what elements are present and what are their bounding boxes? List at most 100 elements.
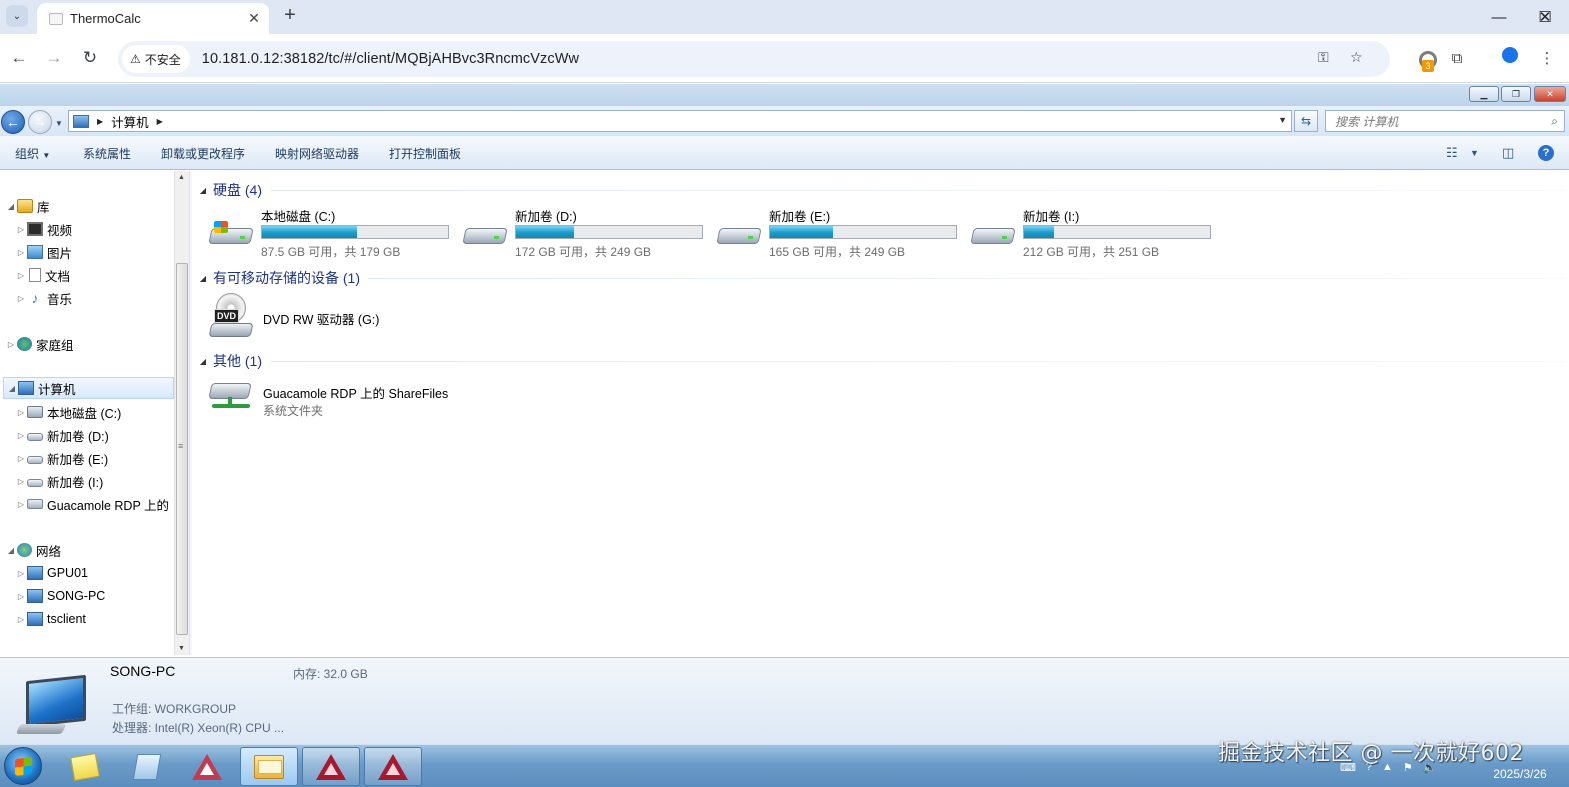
- breadcrumb-computer[interactable]: 计算机: [111, 112, 149, 131]
- reload-icon[interactable]: ↻: [78, 46, 102, 70]
- drive-free-space: 87.5 GB 可用，共 179 GB: [261, 245, 401, 259]
- taskbar-sticky-notes[interactable]: [56, 747, 114, 786]
- drive-tile-d[interactable]: 新加卷 (D:) 172 GB 可用，共 249 GB: [462, 206, 712, 260]
- expand-arrow-icon[interactable]: ▷: [16, 271, 26, 280]
- dvd-drive-label[interactable]: DVD RW 驱动器 (G:): [263, 309, 379, 328]
- help-icon[interactable]: ?: [1538, 145, 1554, 161]
- expand-arrow-icon[interactable]: ▷: [16, 408, 26, 417]
- key-icon[interactable]: ⚿: [1318, 49, 1329, 66]
- forward-arrow-icon[interactable]: →: [42, 46, 66, 70]
- collapse-arrow-icon[interactable]: ◢: [193, 186, 213, 195]
- nav-item-documents[interactable]: ▷ 文档: [16, 264, 70, 286]
- nav-item-libraries[interactable]: ◢ 库: [6, 195, 50, 217]
- view-options-icon[interactable]: ☷: [1446, 145, 1458, 161]
- dvd-drive-icon[interactable]: DVD: [208, 293, 256, 341]
- group-title: 有可移动存储的设备 (1): [213, 270, 360, 286]
- group-header-removable[interactable]: ◢ 有可移动存储的设备 (1): [193, 268, 1565, 288]
- expand-arrow-icon[interactable]: ▷: [6, 340, 16, 349]
- start-button[interactable]: [4, 747, 42, 785]
- taskbar-thermocalc-pinned[interactable]: [178, 747, 236, 786]
- close-window-button[interactable]: ✕: [1522, 0, 1568, 34]
- nav-item-gpu01[interactable]: ▷ GPU01: [16, 562, 88, 584]
- minimize-icon[interactable]: ▁: [1469, 86, 1499, 102]
- expand-arrow-icon[interactable]: ▷: [16, 592, 26, 601]
- nav-item-computer[interactable]: ◢ 计算机: [3, 377, 174, 399]
- share-name[interactable]: Guacamole RDP 上的 ShareFiles: [263, 383, 448, 402]
- open-control-panel-button[interactable]: 打开控制面板: [389, 145, 461, 162]
- expand-arrow-icon[interactable]: ▷: [16, 477, 26, 486]
- taskbar-thermocalc-2[interactable]: [364, 747, 422, 786]
- collapse-arrow-icon[interactable]: ◢: [193, 274, 213, 283]
- nav-item-drive-i[interactable]: ▷ 新加卷 (I:): [16, 470, 103, 492]
- bookmark-star-icon[interactable]: ☆: [1350, 49, 1363, 66]
- nav-label: 图片: [47, 246, 73, 261]
- nav-item-network[interactable]: ◢ 网络: [6, 539, 61, 561]
- expand-arrow-icon[interactable]: ▷: [16, 225, 26, 234]
- expand-arrow-icon[interactable]: ▷: [16, 248, 26, 257]
- nav-item-pictures[interactable]: ▷ 图片: [16, 241, 72, 263]
- new-tab-button[interactable]: +: [280, 4, 300, 28]
- scroll-up-icon[interactable]: ▲: [178, 174, 185, 181]
- group-divider: [368, 277, 1565, 279]
- taskbar-document-app[interactable]: [118, 747, 176, 786]
- map-network-drive-button[interactable]: 映射网络驱动器: [275, 145, 359, 162]
- expand-arrow-icon[interactable]: ▷: [16, 431, 26, 440]
- expand-arrow-icon[interactable]: ▷: [16, 569, 26, 578]
- breadcrumb-arrow-icon[interactable]: ▶: [97, 117, 103, 126]
- nav-item-videos[interactable]: ▷ 视频: [16, 218, 72, 240]
- expand-arrow-icon[interactable]: ▷: [16, 454, 26, 463]
- back-icon[interactable]: ←: [1, 110, 25, 134]
- address-dropdown-icon[interactable]: ▼: [1278, 115, 1287, 125]
- nav-item-drive-e[interactable]: ▷ 新加卷 (E:): [16, 447, 108, 469]
- history-dropdown-icon[interactable]: ▼: [55, 119, 63, 128]
- taskbar-explorer[interactable]: [240, 747, 298, 786]
- network-share-icon[interactable]: [208, 377, 256, 419]
- expand-arrow-icon[interactable]: ▷: [16, 500, 26, 509]
- pane-splitter[interactable]: [189, 171, 192, 655]
- uninstall-program-button[interactable]: 卸载或更改程序: [161, 145, 245, 162]
- expanded-arrow-icon[interactable]: ◢: [6, 202, 16, 211]
- view-dropdown-icon[interactable]: ▼: [1470, 148, 1479, 158]
- taskbar-thermocalc-1[interactable]: [302, 747, 360, 786]
- refresh-icon[interactable]: ⇆: [1294, 110, 1318, 132]
- nav-label: 视频: [47, 223, 73, 238]
- collapse-arrow-icon[interactable]: ◢: [193, 357, 213, 366]
- drive-tile-e[interactable]: 新加卷 (E:) 165 GB 可用，共 249 GB: [716, 206, 966, 260]
- search-icon[interactable]: ⌕: [1551, 114, 1558, 129]
- nav-item-drive-d[interactable]: ▷ 新加卷 (D:): [16, 424, 109, 446]
- browser-tab[interactable]: ThermoCalc ✕: [37, 3, 269, 34]
- breadcrumb-arrow-icon[interactable]: ▶: [157, 117, 163, 126]
- more-menu-icon[interactable]: ⋮: [1535, 47, 1559, 71]
- close-tab-icon[interactable]: ✕: [243, 10, 265, 27]
- expanded-arrow-icon[interactable]: ◢: [6, 546, 16, 555]
- nav-item-song-pc[interactable]: ▷ SONG-PC: [16, 585, 105, 607]
- restore-icon[interactable]: ❐: [1501, 86, 1531, 102]
- group-header-hdd[interactable]: ◢ 硬盘 (4): [193, 180, 1565, 200]
- organize-menu[interactable]: 组织 ▼: [15, 145, 50, 162]
- scroll-down-icon[interactable]: ▼: [178, 645, 185, 652]
- expanded-arrow-icon[interactable]: ◢: [7, 384, 17, 393]
- back-arrow-icon[interactable]: ←: [7, 46, 31, 70]
- security-chip[interactable]: ⚠ 不安全: [122, 45, 190, 73]
- breadcrumb[interactable]: ▶ 计算机 ▶ ▼: [68, 110, 1292, 132]
- address-bar[interactable]: ⚠ 不安全 10.181.0.12:38182/tc/#/client/MQBj…: [118, 41, 1390, 77]
- search-input[interactable]: 搜索 计算机 ⌕: [1325, 110, 1565, 132]
- expand-arrow-icon[interactable]: ▷: [16, 615, 26, 624]
- nav-item-music[interactable]: ▷ ♪ 音乐: [16, 287, 72, 309]
- extensions-puzzle-icon[interactable]: ⧉: [1445, 47, 1469, 71]
- profile-avatar-icon[interactable]: [1498, 47, 1522, 71]
- nav-item-homegroup[interactable]: ▷ 家庭组: [6, 333, 74, 355]
- system-properties-button[interactable]: 系统属性: [83, 145, 131, 162]
- drive-tile-i[interactable]: 新加卷 (I:) 212 GB 可用，共 251 GB: [970, 206, 1220, 260]
- nav-item-drive-c[interactable]: ▷ 本地磁盘 (C:): [16, 401, 121, 423]
- drive-tile-c[interactable]: 本地磁盘 (C:) 87.5 GB 可用，共 179 GB: [208, 206, 458, 260]
- nav-scrollbar[interactable]: ▲ ≡ ▼: [174, 171, 189, 655]
- nav-item-guacamole[interactable]: ▷ Guacamole RDP 上的: [16, 493, 169, 515]
- group-header-other[interactable]: ◢ 其他 (1): [193, 351, 1565, 371]
- expand-arrow-icon[interactable]: ▷: [16, 294, 26, 303]
- nav-item-tsclient[interactable]: ▷ tsclient: [16, 608, 86, 630]
- close-icon[interactable]: ✕: [1534, 86, 1566, 102]
- preview-pane-icon[interactable]: ◫: [1502, 145, 1514, 161]
- tab-search-button[interactable]: ⌄: [6, 5, 28, 27]
- forward-icon[interactable]: →: [28, 110, 52, 134]
